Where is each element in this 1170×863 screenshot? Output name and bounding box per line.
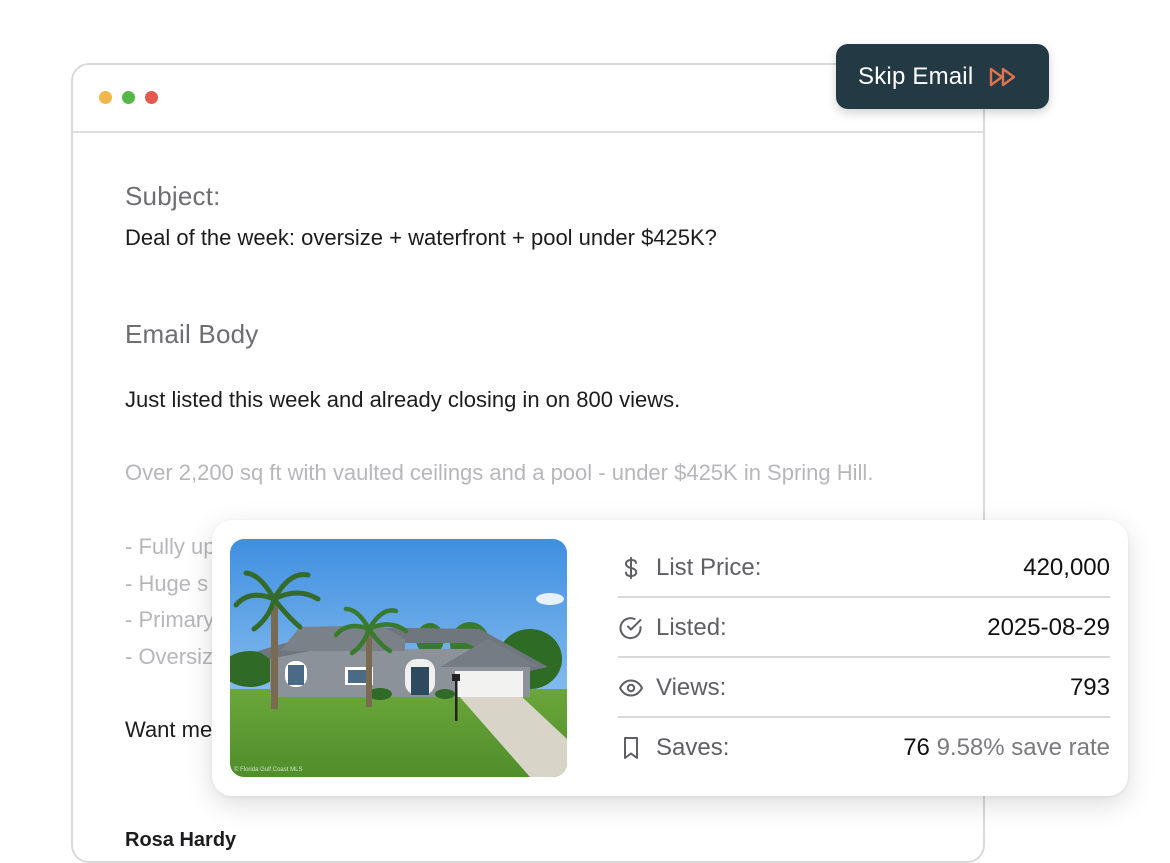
saves-value-group: 76 9.58% save rate: [903, 734, 1110, 762]
listing-card: © Florida Gulf Coast MLS List Price: 420…: [212, 520, 1128, 796]
saves-label: Saves:: [656, 734, 730, 761]
views-value: 793: [1069, 674, 1110, 701]
subject-label: Subject:: [125, 181, 221, 211]
listed-label: Listed:: [656, 614, 727, 641]
body-line-1: Just listed this week and already closin…: [125, 387, 681, 412]
signature-name: Rosa Hardy: [125, 829, 237, 851]
skip-email-label: Skip Email: [858, 62, 974, 90]
skip-email-button[interactable]: Skip Email: [836, 44, 1049, 109]
eye-icon: [619, 679, 643, 697]
photo-credit: © Florida Gulf Coast MLS: [234, 766, 302, 773]
subject-text[interactable]: Deal of the week: oversize + waterfront …: [125, 225, 717, 251]
fast-forward-icon: [990, 67, 1016, 86]
bullet-item: - Fully up: [125, 534, 216, 559]
bullet-item: - Huge s: [125, 571, 209, 596]
window-minimize-button[interactable]: [99, 91, 112, 104]
stat-row-listed: Listed: 2025-08-29: [618, 598, 1110, 658]
dollar-icon: [624, 557, 638, 579]
body-label: Email Body: [125, 319, 259, 349]
window-maximize-button[interactable]: [122, 91, 135, 104]
bookmark-icon: [624, 737, 638, 759]
save-rate: 9.58% save rate: [936, 734, 1110, 761]
stat-row-price: List Price: 420,000: [618, 538, 1110, 598]
check-circle-icon: [619, 617, 642, 640]
body-line-2: Over 2,200 sq ft with vaulted ceilings a…: [125, 460, 874, 485]
stat-row-views: Views: 793: [618, 658, 1110, 718]
listing-photo[interactable]: © Florida Gulf Coast MLS: [230, 539, 567, 777]
stat-row-saves: Saves: 76 9.58% save rate: [618, 718, 1110, 778]
closing-line: Want me: [125, 717, 213, 742]
listing-stats: List Price: 420,000 Listed: 2025-08-29 V…: [618, 538, 1110, 778]
window-close-button[interactable]: [145, 91, 158, 104]
saves-count: 76: [903, 734, 930, 761]
bullet-item: - Primary: [125, 607, 215, 632]
bullet-item: - Oversiz: [125, 644, 213, 669]
price-label: List Price:: [656, 554, 762, 581]
price-value: 420,000: [1023, 554, 1110, 581]
views-label: Views:: [656, 674, 727, 701]
listed-value: 2025-08-29: [987, 614, 1110, 641]
